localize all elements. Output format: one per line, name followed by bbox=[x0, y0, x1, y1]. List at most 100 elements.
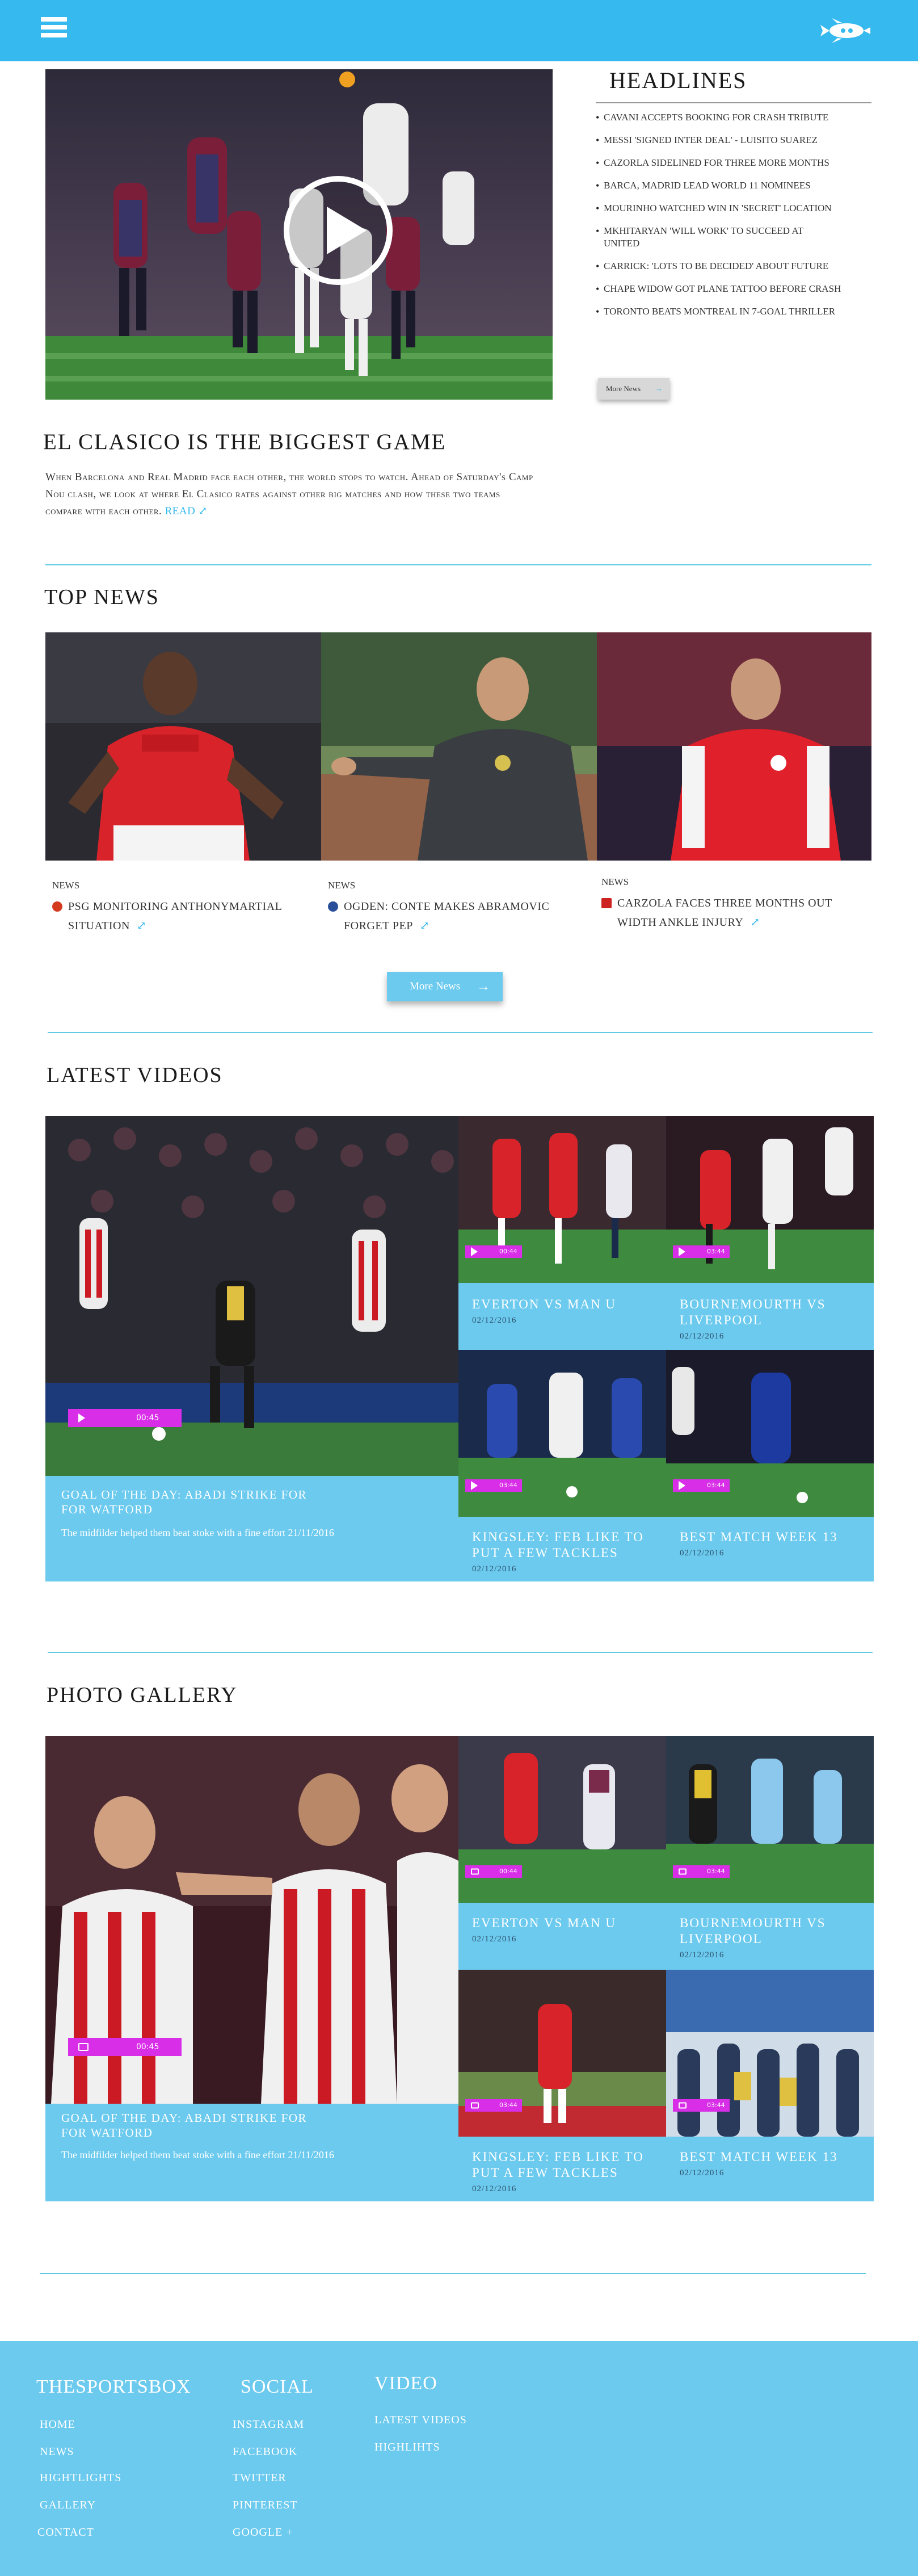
hero-video-thumbnail[interactable] bbox=[45, 69, 553, 400]
gallery-tile-date: 02/12/2016 bbox=[472, 1935, 517, 1944]
photo-count: 03:44 bbox=[707, 2101, 725, 2109]
video-duration: 03:44 bbox=[499, 1482, 517, 1489]
footer-link-google-plus[interactable]: Google + bbox=[233, 2526, 293, 2539]
footer-link-instagram[interactable]: Instagram bbox=[233, 2418, 304, 2431]
photo-count-badge: 03:44 bbox=[465, 2099, 522, 2112]
arrow-right-icon: → bbox=[655, 384, 663, 393]
rocket-logo-icon[interactable] bbox=[815, 15, 871, 47]
news-headline[interactable]: PSG monitoring AnthonyMartial situation ⤢ bbox=[52, 897, 313, 935]
play-icon bbox=[679, 1481, 685, 1490]
video-tile-title: Best match week 13 bbox=[680, 1530, 838, 1544]
external-link-icon: ⤢ bbox=[136, 920, 147, 932]
top-news-image-3[interactable] bbox=[597, 632, 871, 861]
headlines-list: Cavani accepts booking for crash tribute… bbox=[596, 111, 874, 328]
footer-link-highlights[interactable]: Hightlights bbox=[40, 2472, 121, 2485]
top-news-more-button[interactable]: More News → bbox=[387, 972, 503, 1001]
footer-link-highlights-video[interactable]: Highlihts bbox=[374, 2441, 440, 2454]
news-headline[interactable]: Ogden: Conte makes Abramovic forget Pep ⤢ bbox=[328, 897, 589, 935]
gallery-tile-date: 02/12/2016 bbox=[680, 1950, 725, 1960]
headline-item[interactable]: Mourinho watched win in 'secret' locatio… bbox=[596, 202, 840, 215]
play-icon bbox=[679, 1247, 685, 1256]
camera-icon bbox=[471, 2102, 479, 2109]
camera-icon bbox=[679, 2102, 687, 2109]
headline-item[interactable]: Barca, Madrid lead World 11 nominees bbox=[596, 179, 874, 192]
footer-link-gallery[interactable]: Gallery bbox=[40, 2499, 96, 2512]
photo-gallery-title: Photo Gallery bbox=[47, 1683, 238, 1707]
play-icon bbox=[471, 1481, 478, 1490]
video-duration-badge: 00:45 bbox=[68, 1409, 182, 1427]
footer-link-facebook[interactable]: Facebook bbox=[233, 2445, 297, 2458]
top-news-image-2[interactable] bbox=[321, 632, 597, 861]
photo-count-badge: 03:44 bbox=[673, 2099, 730, 2112]
news-category: News bbox=[52, 880, 80, 891]
gallery-tile-caption[interactable]: Bournemourth vs Liverpool 02/12/2016 bbox=[666, 1903, 874, 1970]
play-icon bbox=[471, 1247, 478, 1256]
gallery-tile-photo[interactable]: 03:44 bbox=[666, 1736, 874, 1903]
play-icon[interactable] bbox=[284, 176, 393, 285]
top-news-image-1[interactable] bbox=[45, 632, 321, 861]
gallery-tile-caption[interactable]: Best match week 13 02/12/2016 bbox=[666, 2137, 874, 2201]
video-tile-thumbnail[interactable]: 03:44 bbox=[458, 1350, 666, 1517]
headlines-more-news-button[interactable]: More News → bbox=[598, 378, 669, 400]
headline-item[interactable]: Messi 'signed Inter deal' - Luisito Suar… bbox=[596, 134, 874, 146]
club-crest-icon bbox=[601, 898, 612, 908]
gallery-tile-photo[interactable]: 00:44 bbox=[458, 1736, 666, 1903]
news-headline-text: Ogden: Conte makes Abramovic forget Pep bbox=[344, 900, 550, 932]
photo-count: 03:44 bbox=[499, 2101, 517, 2109]
video-tile-title: Bournemourth vs Liverpool bbox=[680, 1297, 826, 1327]
news-headline-text: Carzola faces three months out width ank… bbox=[617, 897, 832, 929]
headline-item[interactable]: Toronto beats Montreal in 7-goal thrille… bbox=[596, 305, 845, 318]
site-footer: Thesportsbox Home News Hightlights Galle… bbox=[0, 2341, 918, 2576]
footer-link-latest-videos[interactable]: Latest Videos bbox=[374, 2414, 467, 2427]
headline-item[interactable]: Chape widow got plane tattoo before cras… bbox=[596, 283, 862, 295]
video-tile-date: 02/12/2016 bbox=[680, 1549, 725, 1558]
footer-link-pinterest[interactable]: Pinterest bbox=[233, 2499, 298, 2512]
footer-link-home[interactable]: Home bbox=[40, 2418, 75, 2431]
latest-videos-title: Latest Videos bbox=[47, 1063, 223, 1087]
footer-social-title: Social bbox=[241, 2376, 314, 2397]
gallery-tile-photo[interactable]: 03:44 bbox=[666, 1970, 874, 2137]
video-tile-caption[interactable]: Best match week 13 02/12/2016 bbox=[666, 1517, 874, 1581]
read-more-label: Read bbox=[165, 505, 196, 517]
video-tile-title: Kingsley: Feb like to put a few tackles bbox=[472, 1530, 644, 1560]
section-divider bbox=[48, 1652, 873, 1653]
footer-video-title: Video bbox=[374, 2373, 437, 2394]
featured-photo-caption[interactable]: Goal of the day: Abadi strike for for Wa… bbox=[45, 2104, 458, 2201]
featured-photo[interactable]: 00:45 bbox=[45, 1736, 458, 2104]
footer-link-news[interactable]: News bbox=[40, 2445, 74, 2458]
news-headline[interactable]: Carzola faces three months out width ank… bbox=[601, 893, 871, 932]
footer-link-contact[interactable]: Contact bbox=[37, 2526, 94, 2539]
featured-video-caption[interactable]: Goal of the day: Abadi strike for for Wa… bbox=[45, 1476, 458, 1581]
headline-item[interactable]: Cazorla sidelined for three more months bbox=[596, 157, 874, 169]
gallery-tile-title: Best match week 13 bbox=[680, 2150, 838, 2164]
top-nav-bar bbox=[0, 0, 918, 61]
headline-item[interactable]: Carrick: 'Lots to be decided' about futu… bbox=[596, 260, 874, 272]
hero-description-text: When Barcelona and Real Madrid face each… bbox=[45, 471, 533, 517]
hamburger-menu-icon[interactable] bbox=[41, 17, 67, 42]
arrow-right-icon: → bbox=[477, 979, 490, 994]
external-link-icon: ⤢ bbox=[750, 916, 760, 929]
video-duration: 03:44 bbox=[707, 1248, 725, 1255]
camera-icon bbox=[679, 1868, 687, 1875]
gallery-tile-date: 02/12/2016 bbox=[680, 2168, 725, 2178]
photo-count: 03:44 bbox=[707, 1868, 725, 1875]
featured-video-thumbnail[interactable]: 00:45 bbox=[45, 1116, 458, 1476]
footer-link-twitter[interactable]: Twitter bbox=[233, 2472, 287, 2485]
club-crest-icon bbox=[328, 901, 338, 912]
headline-item[interactable]: Mkhitaryan 'will work' to succeed at Uni… bbox=[596, 225, 840, 250]
read-more-link[interactable]: Read ⤢ bbox=[165, 505, 208, 517]
video-tile-caption[interactable]: Bournemourth vs Liverpool 02/12/2016 bbox=[666, 1283, 874, 1350]
video-tile-caption[interactable]: Kingsley: Feb like to put a few tackles … bbox=[458, 1517, 666, 1581]
hero-title[interactable]: El Clasico is the biggest game bbox=[43, 429, 554, 455]
video-tile-thumbnail[interactable]: 03:44 bbox=[666, 1116, 874, 1283]
video-tile-thumbnail[interactable]: 03:44 bbox=[666, 1350, 874, 1517]
video-tile-thumbnail[interactable]: 00:44 bbox=[458, 1116, 666, 1283]
gallery-tile-caption[interactable]: Everton vs Man U 02/12/2016 bbox=[458, 1903, 666, 1970]
gallery-tile-photo[interactable]: 03:44 bbox=[458, 1970, 666, 2137]
photo-count-badge: 00:44 bbox=[465, 1865, 522, 1878]
photo-count: 00:44 bbox=[499, 1868, 517, 1875]
headline-item[interactable]: Cavani accepts booking for crash tribute bbox=[596, 111, 874, 124]
gallery-tile-caption[interactable]: Kingsley: Feb like to put a few tackles … bbox=[458, 2137, 666, 2201]
footer-brand[interactable]: Thesportsbox bbox=[36, 2376, 191, 2398]
video-tile-caption[interactable]: Everton vs Man U 02/12/2016 bbox=[458, 1283, 666, 1350]
